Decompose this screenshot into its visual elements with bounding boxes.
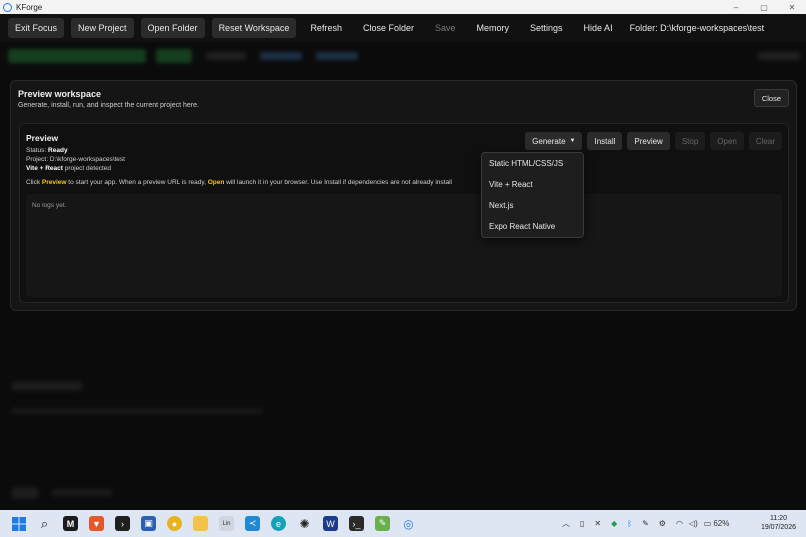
store-icon[interactable]: ▣ xyxy=(141,516,156,531)
blurred-element xyxy=(260,52,302,60)
battery-icon[interactable]: ▭ xyxy=(704,519,712,528)
current-folder-path: Folder: D:\kforge-workspaces\test xyxy=(629,23,765,33)
hide-ai-button[interactable]: Hide AI xyxy=(577,18,620,38)
close-window-button[interactable]: ✕ xyxy=(778,0,806,14)
logs-empty-text: No logs yet. xyxy=(32,202,67,209)
title-bar: KForge – ▢ ✕ xyxy=(0,0,806,14)
project-detected: Vite + React project detected xyxy=(26,165,111,172)
new-project-button[interactable]: New Project xyxy=(71,18,134,38)
generate-button[interactable]: Generate ▼ xyxy=(525,132,583,150)
tools-icon[interactable]: ✕ xyxy=(594,519,601,528)
usb-icon[interactable]: ▯ xyxy=(580,519,584,528)
blurred-element xyxy=(206,52,246,60)
battery-percent: 62% xyxy=(713,519,730,528)
preview-workspace-panel: Preview workspace Generate, install, run… xyxy=(10,80,797,311)
project-path: D:\kforge-workspaces\test xyxy=(49,156,125,163)
workspace-title: Preview workspace xyxy=(18,89,102,99)
memory-button[interactable]: Memory xyxy=(470,18,517,38)
install-button[interactable]: Install xyxy=(587,132,623,150)
minimize-button[interactable]: – xyxy=(722,0,750,14)
generate-label: Generate xyxy=(532,136,566,146)
medium-app-icon[interactable]: M xyxy=(63,516,78,531)
linux-app-icon[interactable]: Lin xyxy=(219,516,234,531)
system-tray: ︿ ▯ ✕ ◆ ᛒ ✎ ⚙ ◠ ◁) ▭ 62% xyxy=(562,516,729,531)
brave-browser-icon[interactable]: ▼ xyxy=(89,516,104,531)
status-label: Status: xyxy=(26,147,49,154)
open-button[interactable]: Open xyxy=(710,132,744,150)
menu-item-expo-react-native[interactable]: Expo React Native xyxy=(482,216,583,237)
vscode-icon[interactable]: ≺ xyxy=(245,516,260,531)
main-toolbar: Exit Focus New Project Open Folder Reset… xyxy=(0,14,806,42)
terminal-app-icon[interactable]: › xyxy=(115,516,130,531)
save-button[interactable]: Save xyxy=(428,18,463,38)
blurred-element xyxy=(12,382,82,390)
detected-framework: Vite + React xyxy=(26,165,63,172)
blurred-element xyxy=(52,489,112,496)
blurred-element xyxy=(316,52,358,60)
windows-taskbar: ⌕ M ▼ › ▣ ● Lin ≺ e ✺ W ›_ ✎ ◎ ︿ ▯ ✕ ◆ ᛒ… xyxy=(0,510,806,537)
kforge-app-icon[interactable]: ◎ xyxy=(401,516,416,531)
wifi-icon[interactable]: ◠ xyxy=(676,519,683,528)
hint-preview-keyword: Preview xyxy=(41,179,67,186)
status-value: Ready xyxy=(48,147,68,154)
preview-project: Project: D:\kforge-workspaces\test xyxy=(26,156,125,163)
settings-button[interactable]: Settings xyxy=(523,18,570,38)
editor-app-icon[interactable]: ✎ xyxy=(375,516,390,531)
hint-text: Click xyxy=(26,179,42,186)
menu-item-nextjs[interactable]: Next.js xyxy=(482,195,583,216)
exit-focus-button[interactable]: Exit Focus xyxy=(8,18,65,38)
clock-time: 11:20 xyxy=(769,515,787,522)
maximize-button[interactable]: ▢ xyxy=(750,0,778,14)
generate-menu: Static HTML/CSS/JS Vite + React Next.js … xyxy=(481,152,584,238)
caret-down-icon: ▼ xyxy=(569,138,576,144)
close-folder-button[interactable]: Close Folder xyxy=(356,18,421,38)
blurred-status-strip xyxy=(0,44,806,68)
blurred-element xyxy=(12,487,38,499)
blurred-element xyxy=(758,52,800,60)
hint-text: to start your app. When a preview URL is… xyxy=(66,179,208,186)
chevron-up-icon[interactable]: ︿ xyxy=(562,518,570,529)
open-folder-button[interactable]: Open Folder xyxy=(140,18,205,38)
chatgpt-icon[interactable]: ✺ xyxy=(297,516,312,531)
workspace-close-button[interactable]: Close xyxy=(753,89,789,107)
blurred-element xyxy=(12,408,262,414)
window-title: KForge xyxy=(16,2,43,12)
app-logo-icon xyxy=(3,2,12,12)
preview-panel: Preview Status: Ready Project: D:\kforge… xyxy=(19,123,789,303)
file-explorer-icon[interactable] xyxy=(193,516,208,531)
volume-icon[interactable]: ◁) xyxy=(689,519,698,528)
windows-start-icon[interactable] xyxy=(11,516,26,531)
security-icon[interactable]: ◆ xyxy=(611,519,617,528)
log-output[interactable]: No logs yet. xyxy=(26,194,782,297)
search-icon[interactable]: ⌕ xyxy=(37,516,52,531)
windsurf-app-icon[interactable]: W xyxy=(323,516,338,531)
menu-item-vite-react[interactable]: Vite + React xyxy=(482,174,583,195)
preview-button[interactable]: Preview xyxy=(627,132,670,150)
clock-date: 19/07/2026 xyxy=(760,524,796,531)
preview-actions: Generate ▼ Install Preview Stop Open Clea… xyxy=(520,132,782,150)
detected-text: project detected xyxy=(62,165,111,172)
workspace-subtitle: Generate, install, run, and inspect the … xyxy=(18,102,199,109)
refresh-button[interactable]: Refresh xyxy=(303,18,349,38)
blurred-element xyxy=(156,49,192,63)
edge-browser-icon[interactable]: e xyxy=(271,516,286,531)
preview-status: Status: Ready xyxy=(26,147,68,154)
chrome-icon[interactable]: ● xyxy=(167,516,182,531)
bluetooth-icon[interactable]: ᛒ xyxy=(627,519,632,528)
reset-workspace-button[interactable]: Reset Workspace xyxy=(211,18,297,38)
preview-hint: Click Preview to start your app. When a … xyxy=(26,179,452,186)
window-controls: – ▢ ✕ xyxy=(722,0,806,14)
clock[interactable]: 11:20 19/07/2026 xyxy=(761,514,796,532)
clear-button[interactable]: Clear xyxy=(748,132,782,150)
menu-item-static-html[interactable]: Static HTML/CSS/JS xyxy=(482,153,583,174)
project-label: Project: xyxy=(26,156,50,163)
blurred-element xyxy=(8,49,146,63)
pen-icon[interactable]: ✎ xyxy=(642,519,649,528)
hint-open-keyword: Open xyxy=(207,179,225,186)
hint-text: will launch it in your browser. Use Inst… xyxy=(224,179,452,186)
command-prompt-icon[interactable]: ›_ xyxy=(349,516,364,531)
stop-button[interactable]: Stop xyxy=(674,132,706,150)
preview-title: Preview xyxy=(26,133,59,143)
settings-tray-icon[interactable]: ⚙ xyxy=(659,519,666,528)
